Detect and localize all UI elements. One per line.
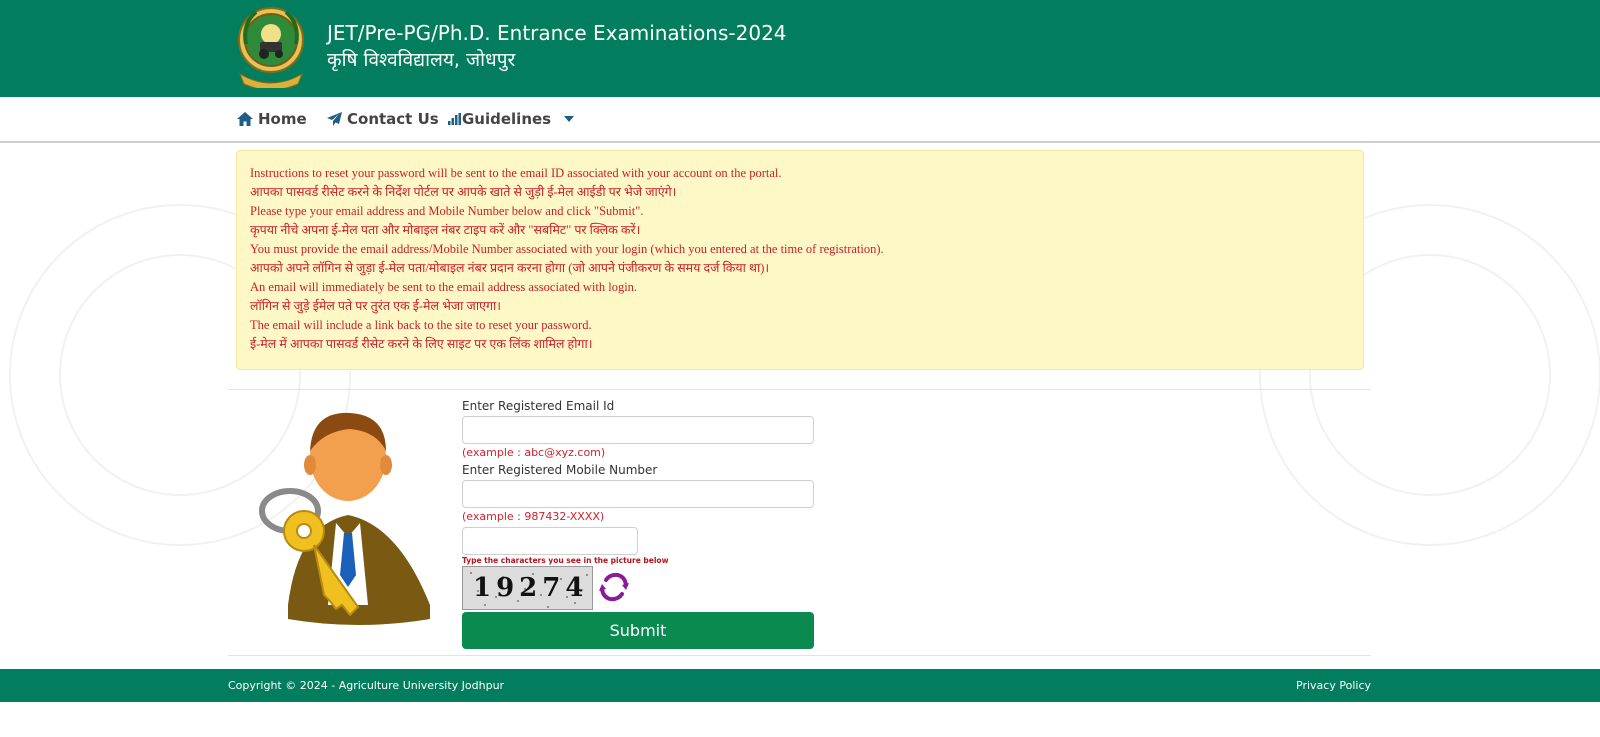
site-footer: Copyright © 2024 - Agriculture Universit…: [0, 669, 1600, 702]
instruction-line: कृपया नीचे अपना ई-मेल पता और मोबाइल नंबर…: [250, 223, 641, 237]
copyright-text: Copyright © 2024 - Agriculture Universit…: [228, 679, 505, 692]
captcha-image: 19274: [462, 566, 593, 610]
email-field[interactable]: [462, 416, 814, 444]
user-key-illustration: [259, 412, 430, 625]
instruction-line: The email will include a link back to th…: [250, 318, 592, 332]
page-title: JET/Pre-PG/Ph.D. Entrance Examinations-2…: [327, 21, 787, 45]
mobile-field[interactable]: [462, 480, 814, 508]
site-header: JET/Pre-PG/Ph.D. Entrance Examinations-2…: [0, 0, 1600, 97]
captcha-label: Type the characters you see in the pictu…: [462, 556, 669, 565]
refresh-captcha-icon[interactable]: [598, 570, 630, 604]
captcha-input[interactable]: [462, 527, 638, 555]
instruction-line: आपको अपने लॉगिन से जुड़ा ई-मेल पता/मोबाइ…: [250, 261, 770, 275]
nav-contact[interactable]: Contact Us: [327, 110, 439, 128]
instruction-line: आपका पासवर्ड रीसेट करने के निर्देश पोर्ट…: [250, 185, 677, 199]
bar-chart-icon: [448, 113, 461, 125]
top-navbar: Home Contact Us Guidelines: [0, 97, 1600, 143]
instruction-line: लॉगिन से जुड़े ईमेल पते पर तुरंत एक ई-मे…: [250, 299, 501, 313]
page-subtitle: कृषि विश्वविद्यालय, जोधपुर: [327, 49, 516, 71]
nav-home-label: Home: [258, 110, 307, 128]
nav-guidelines[interactable]: Guidelines: [448, 110, 575, 128]
submit-button[interactable]: Submit: [462, 612, 814, 649]
nav-contact-label: Contact Us: [347, 110, 439, 128]
nav-guidelines-label: Guidelines: [462, 110, 552, 128]
paper-plane-icon: [327, 112, 342, 126]
nav-home[interactable]: Home: [237, 110, 307, 128]
instructions-panel: Instructions to reset your password will…: [236, 150, 1364, 370]
email-hint: (example : abc@xyz.com): [462, 446, 606, 459]
email-label: Enter Registered Email Id: [462, 399, 615, 413]
mobile-label: Enter Registered Mobile Number: [462, 463, 658, 477]
university-emblem-icon: [238, 7, 304, 88]
instruction-line: Please type your email address and Mobil…: [250, 204, 644, 218]
instruction-line: You must provide the email address/Mobil…: [250, 242, 884, 256]
divider: [228, 389, 1371, 390]
caret-down-icon: [564, 116, 575, 122]
instruction-line: An email will immediately be sent to the…: [250, 280, 638, 294]
captcha-text: 19274: [473, 573, 589, 603]
home-icon: [237, 112, 253, 126]
privacy-policy-link[interactable]: Privacy Policy: [1296, 679, 1371, 692]
instruction-line: ई-मेल में आपका पासवर्ड रीसेट करने के लिए…: [250, 337, 593, 351]
divider: [228, 655, 1371, 656]
instruction-line: Instructions to reset your password will…: [250, 166, 782, 180]
mobile-hint: (example : 987432-XXXX): [462, 510, 605, 523]
